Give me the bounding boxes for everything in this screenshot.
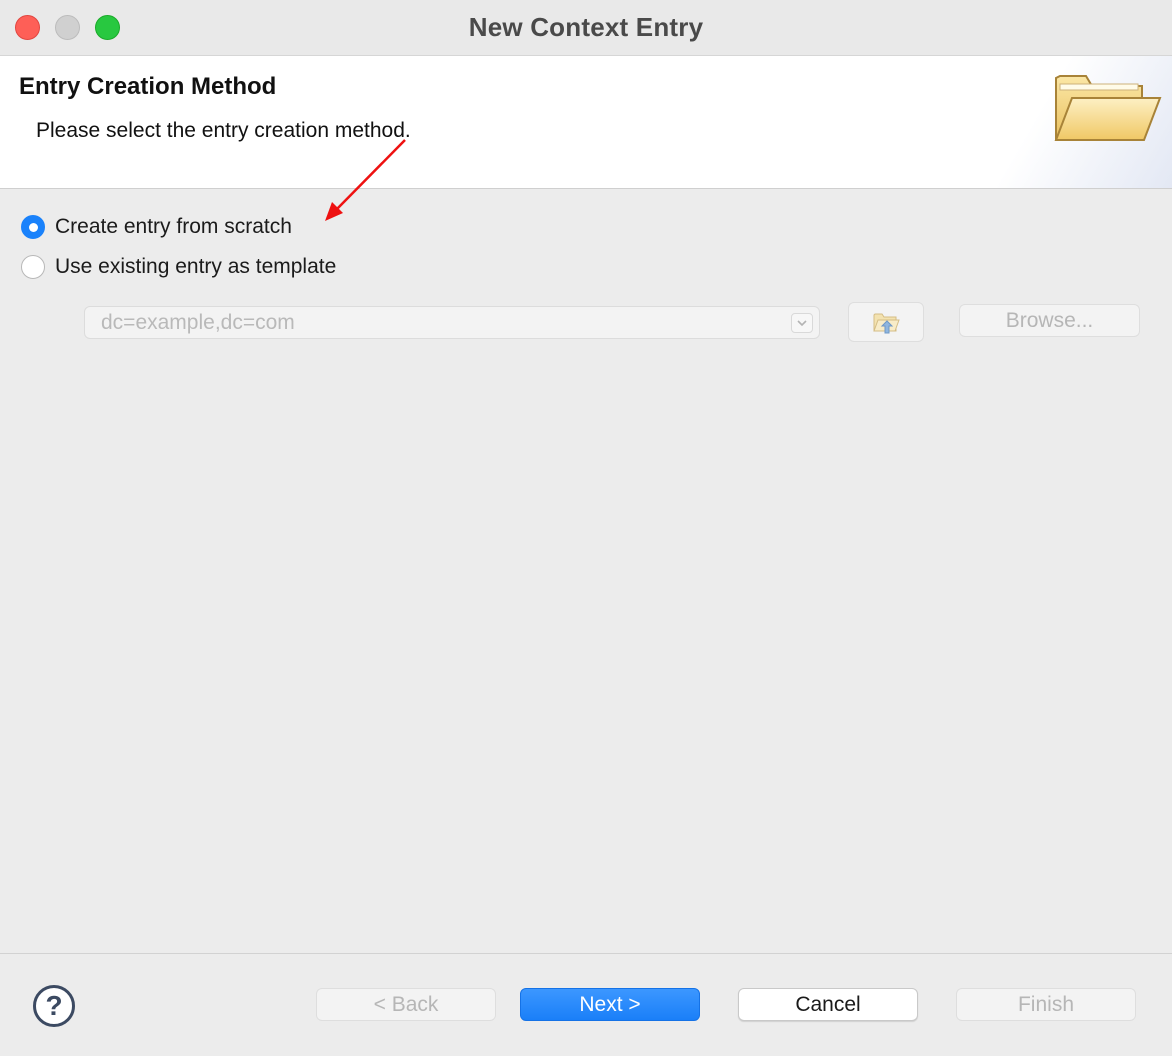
create-from-scratch-radio[interactable]	[21, 215, 45, 239]
combo-dropdown-button[interactable]	[791, 313, 813, 333]
finish-button[interactable]: Finish	[956, 988, 1136, 1021]
create-from-scratch-option[interactable]: Create entry from scratch	[21, 212, 292, 242]
page-title: Entry Creation Method	[19, 73, 277, 100]
cancel-button[interactable]: Cancel	[738, 988, 918, 1021]
use-template-label[interactable]: Use existing entry as template	[55, 255, 336, 279]
window-title: New Context Entry	[468, 12, 704, 42]
template-entry-combo[interactable]: dc=example,dc=com	[84, 306, 820, 339]
browse-tree-button[interactable]	[848, 302, 924, 342]
folder-browse-icon	[873, 313, 900, 334]
help-button[interactable]: ?	[33, 985, 75, 1027]
create-from-scratch-label[interactable]: Create entry from scratch	[55, 215, 292, 239]
footer-divider	[0, 953, 1172, 954]
page-description: Please select the entry creation method.	[36, 119, 411, 142]
template-entry-value: dc=example,dc=com	[101, 311, 295, 334]
use-template-option[interactable]: Use existing entry as template	[21, 252, 336, 282]
next-button[interactable]: Next >	[520, 988, 700, 1021]
chevron-down-icon	[797, 320, 807, 327]
open-folder-icon	[1054, 75, 1162, 141]
back-button[interactable]: < Back	[316, 988, 496, 1021]
title-bar: New Context Entry	[0, 0, 1172, 56]
wizard-header: Entry Creation Method Please select the …	[0, 56, 1172, 189]
use-template-radio[interactable]	[21, 255, 45, 279]
browse-button[interactable]: Browse...	[959, 304, 1140, 337]
